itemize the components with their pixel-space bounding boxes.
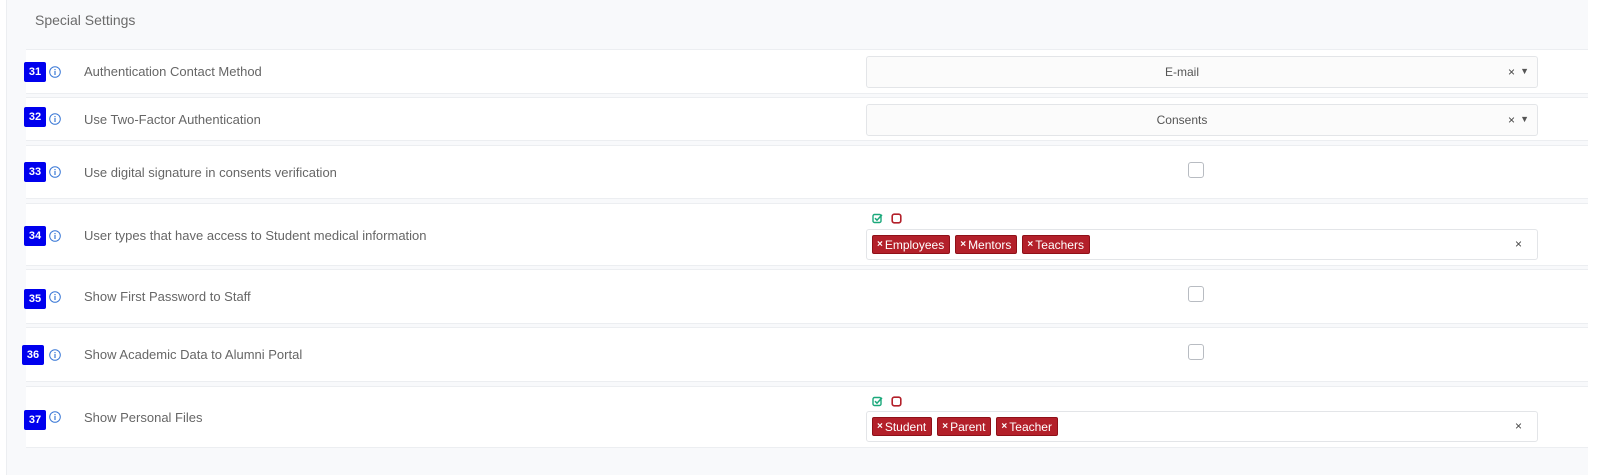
- tag-label: Teacher: [1009, 419, 1052, 434]
- square-icon[interactable]: [891, 396, 902, 407]
- clear-icon[interactable]: ×: [1508, 113, 1515, 127]
- setting-label: Show Personal Files: [84, 410, 203, 425]
- setting-label: Use Two-Factor Authentication: [84, 112, 261, 127]
- tag-student[interactable]: × Student: [872, 417, 933, 436]
- tag-bulk-actions: [872, 213, 902, 224]
- tag-label: Teachers: [1035, 237, 1084, 252]
- tag-remove-icon[interactable]: ×: [1001, 421, 1007, 432]
- row-number-badge: 32: [24, 107, 46, 127]
- alumni-portal-checkbox[interactable]: [1188, 344, 1204, 360]
- tag-remove-icon[interactable]: ×: [1027, 239, 1033, 250]
- setting-label: Use digital signature in consents verifi…: [84, 165, 337, 180]
- setting-row-33: 33 Use digital signature in consents ver…: [24, 145, 1588, 199]
- chevron-down-icon[interactable]: ▼: [1520, 66, 1529, 76]
- info-icon[interactable]: [49, 66, 61, 78]
- setting-row-31: 31 Authentication Contact Method E-mail …: [24, 49, 1588, 94]
- clear-icon[interactable]: ×: [1515, 419, 1522, 433]
- tag-remove-icon[interactable]: ×: [877, 239, 883, 250]
- tag-teacher[interactable]: × Teacher: [996, 417, 1058, 436]
- digital-signature-checkbox[interactable]: [1188, 162, 1204, 178]
- info-icon[interactable]: [49, 166, 61, 178]
- first-password-checkbox[interactable]: [1188, 286, 1204, 302]
- setting-row-32: 32 Use Two-Factor Authentication Consent…: [24, 97, 1588, 141]
- tag-remove-icon[interactable]: ×: [960, 239, 966, 250]
- medical-access-tag-input[interactable]: × Employees × Mentors × Teachers ×: [866, 229, 1538, 260]
- clear-icon[interactable]: ×: [1515, 237, 1522, 251]
- section-title: Special Settings: [35, 12, 136, 28]
- tag-parent[interactable]: × Parent: [937, 417, 992, 436]
- check-square-icon[interactable]: [872, 213, 883, 224]
- tag-label: Student: [884, 419, 927, 434]
- two-factor-select[interactable]: Consents × ▼: [866, 104, 1538, 136]
- contact-method-select[interactable]: E-mail × ▼: [866, 56, 1538, 88]
- setting-row-35: 35 Show First Password to Staff: [24, 269, 1588, 324]
- tag-remove-icon[interactable]: ×: [942, 421, 948, 432]
- info-icon[interactable]: [49, 349, 61, 361]
- setting-row-34: 34 User types that have access to Studen…: [24, 203, 1588, 266]
- tag-mentors[interactable]: × Mentors: [955, 235, 1018, 254]
- info-icon[interactable]: [49, 411, 61, 423]
- select-value: E-mail: [1164, 65, 1199, 79]
- row-number-badge: 36: [22, 345, 44, 365]
- row-number-badge: 35: [24, 289, 46, 309]
- check-square-icon[interactable]: [872, 396, 883, 407]
- row-number-badge: 34: [24, 226, 46, 246]
- tag-employees[interactable]: × Employees: [872, 235, 951, 254]
- clear-icon[interactable]: ×: [1508, 65, 1515, 79]
- setting-label: Authentication Contact Method: [84, 64, 262, 79]
- info-icon[interactable]: [49, 113, 61, 125]
- square-icon[interactable]: [891, 213, 902, 224]
- tag-remove-icon[interactable]: ×: [877, 421, 883, 432]
- setting-row-37: 37 Show Personal Files × Student × Parent …: [24, 386, 1588, 448]
- tag-label: Parent: [950, 419, 986, 434]
- info-icon[interactable]: [49, 230, 61, 242]
- select-value: Consents: [1156, 113, 1208, 127]
- row-number-badge: 31: [24, 62, 46, 82]
- tag-label: Employees: [884, 237, 945, 252]
- setting-row-36: 36 Show Academic Data to Alumni Portal: [22, 327, 1588, 382]
- tag-label: Mentors: [968, 237, 1012, 252]
- setting-label: Show Academic Data to Alumni Portal: [84, 347, 303, 362]
- info-icon[interactable]: [49, 291, 61, 303]
- chevron-down-icon[interactable]: ▼: [1520, 114, 1529, 124]
- row-number-badge: 33: [24, 162, 46, 182]
- row-number-badge: 37: [24, 410, 46, 430]
- tag-bulk-actions: [872, 396, 902, 407]
- tag-teachers[interactable]: × Teachers: [1022, 235, 1090, 254]
- setting-label: User types that have access to Student m…: [84, 228, 427, 243]
- setting-label: Show First Password to Staff: [84, 289, 251, 304]
- personal-files-tag-input[interactable]: × Student × Parent × Teacher ×: [866, 411, 1538, 442]
